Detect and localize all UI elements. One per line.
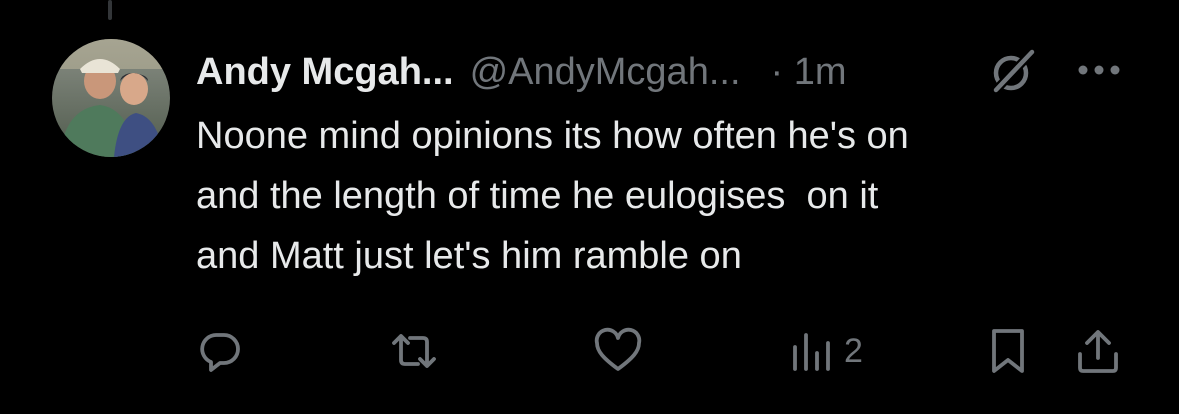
reply-button[interactable] [196,326,254,376]
like-icon [594,327,642,371]
avatar[interactable] [52,39,170,157]
share-button[interactable] [1074,326,1122,376]
share-icon [1078,330,1118,373]
separator-dot: · [770,50,784,93]
display-name[interactable]: Andy Mcgah... [196,51,454,94]
tweet-text: Noone mind opinions its how often he's o… [196,115,909,277]
thread-connector-line [108,0,112,20]
avatar-photo [52,39,170,157]
bookmark-icon [992,329,1024,373]
more-options-icon[interactable] [1074,56,1124,86]
grok-icon[interactable] [988,46,1038,96]
views-button[interactable]: 2 [790,326,863,376]
user-handle[interactable]: @AndyMcgah... [470,51,741,94]
retweet-icon [392,334,436,368]
time-label: 1m [793,50,847,93]
views-count: 2 [844,331,863,370]
tweet-header: Andy Mcgah... @AndyMcgah... · 1m [196,44,847,100]
bookmark-button[interactable] [986,326,1030,376]
like-button[interactable] [593,326,653,376]
reply-icon [200,333,240,372]
retweet-button[interactable] [388,326,450,376]
views-icon [793,333,830,371]
timestamp[interactable]: · 1m [771,51,847,94]
